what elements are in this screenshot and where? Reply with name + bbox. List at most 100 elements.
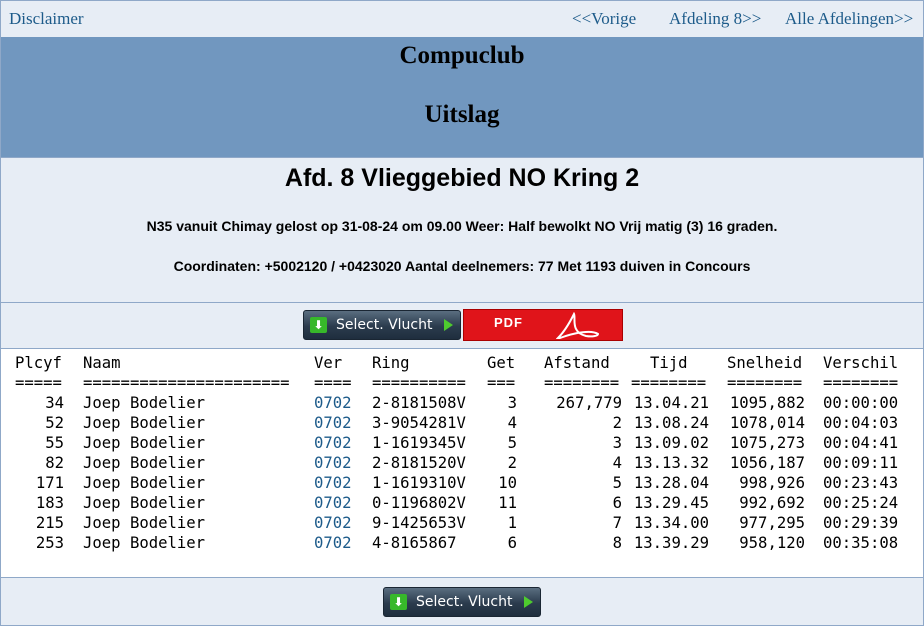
header-verschil: Verschil [823, 354, 899, 372]
header-naam: Naam [83, 354, 121, 372]
cell-snelheid: 1078,014 [729, 414, 805, 432]
cell-ver[interactable]: 0702 [314, 434, 364, 452]
select-flight-label: Select. Vlucht [416, 594, 513, 610]
underline-afstand: ======== [544, 374, 620, 392]
select-flight-button-bottom[interactable]: ⬇ Select. Vlucht [383, 587, 541, 617]
pdf-button[interactable]: PDF [463, 309, 623, 341]
header-tijd: Tijd [650, 354, 688, 372]
download-icon: ⬇ [310, 317, 327, 333]
cell-ver[interactable]: 0702 [314, 534, 364, 552]
cell-afstand: 4 [612, 454, 622, 472]
cell-snelheid: 958,120 [739, 534, 805, 552]
cell-get: 10 [498, 474, 517, 492]
table-row: 183 Joep Bodelier 0702 0-1196802V 11 6 13.29.4… [1, 494, 923, 514]
arrow-right-icon [524, 596, 533, 608]
cell-get: 1 [507, 514, 517, 532]
page-header: Compuclub Uitslag [1, 37, 923, 157]
cell-tijd: 13.28.04 [633, 474, 709, 492]
disclaimer-link[interactable]: Disclaimer [9, 9, 84, 29]
cell-verschil: 00:00:00 [823, 394, 899, 412]
cell-naam: Joep Bodelier [83, 474, 206, 492]
cell-ring: 2-8181520V [372, 454, 466, 472]
divider [1, 302, 923, 303]
cell-tijd: 13.04.21 [633, 394, 709, 412]
next-division-link[interactable]: Afdeling 8>> [669, 9, 761, 29]
results-title: Uitslag [424, 101, 500, 128]
underline-ring: ========== [372, 374, 466, 392]
header-plcyf: Plcyf [15, 354, 62, 372]
cell-naam: Joep Bodelier [83, 454, 206, 472]
header-afstand: Afstand [544, 354, 610, 372]
cell-afstand: 8 [612, 534, 622, 552]
release-info: N35 vanuit Chimay gelost op 31-08-24 om … [146, 218, 778, 234]
cell-snelheid: 1056,187 [729, 454, 805, 472]
table-row: 215 Joep Bodelier 0702 9-1425653V 1 7 13.34.00… [1, 514, 923, 534]
cell-afstand: 6 [612, 494, 622, 512]
table-header-row: Plcyf Naam Ver Ring Get Afstand Tijd Sne… [1, 354, 923, 374]
cell-ring: 1-1619345V [372, 434, 466, 452]
cell-ring: 0-1196802V [372, 494, 466, 512]
cell-plcyf: 253 [35, 534, 64, 552]
previous-link[interactable]: <<Vorige [572, 9, 636, 29]
page-frame: Disclaimer <<Vorige Afdeling 8>> Alle Af… [0, 0, 924, 626]
cell-snelheid: 998,926 [739, 474, 805, 492]
cell-ring: 1-1619310V [372, 474, 466, 492]
underline-verschil: ======== [823, 374, 899, 392]
download-icon: ⬇ [390, 594, 407, 610]
cell-tijd: 13.09.02 [633, 434, 709, 452]
cell-ring: 3-9054281V [372, 414, 466, 432]
underline-tijd: ======== [631, 374, 707, 392]
cell-get: 11 [498, 494, 517, 512]
cell-afstand: 2 [612, 414, 622, 432]
cell-verschil: 00:35:08 [823, 534, 899, 552]
cell-plcyf: 34 [45, 394, 64, 412]
cell-plcyf: 82 [45, 454, 64, 472]
header-ring: Ring [372, 354, 410, 372]
cell-verschil: 00:09:11 [823, 454, 899, 472]
cell-get: 6 [507, 534, 517, 552]
race-title: Afd. 8 Vlieggebied NO Kring 2 [284, 164, 640, 192]
cell-naam: Joep Bodelier [83, 534, 206, 552]
cell-ver[interactable]: 0702 [314, 514, 364, 532]
top-nav: Disclaimer <<Vorige Afdeling 8>> Alle Af… [1, 1, 923, 37]
cell-get: 4 [507, 414, 517, 432]
club-title: Compuclub [399, 42, 525, 69]
header-ver: Ver [314, 354, 343, 372]
cell-verschil: 00:04:03 [823, 414, 899, 432]
cell-naam: Joep Bodelier [83, 434, 206, 452]
cell-naam: Joep Bodelier [83, 414, 206, 432]
cell-naam: Joep Bodelier [83, 394, 206, 412]
select-flight-button[interactable]: ⬇ Select. Vlucht [303, 310, 461, 340]
cell-get: 3 [507, 394, 517, 412]
cell-tijd: 13.39.29 [633, 534, 709, 552]
cell-plcyf: 215 [35, 514, 64, 532]
cell-ver[interactable]: 0702 [314, 394, 364, 412]
cell-naam: Joep Bodelier [83, 514, 206, 532]
cell-plcyf: 171 [35, 474, 64, 492]
arrow-right-icon [444, 319, 453, 331]
cell-snelheid: 992,692 [739, 494, 805, 512]
cell-get: 2 [507, 454, 517, 472]
cell-ring: 2-8181508V [372, 394, 466, 412]
cell-ring: 4-8165867 [372, 534, 457, 552]
header-get: Get [487, 354, 516, 372]
table-row: 55 Joep Bodelier 0702 1-1619345V 5 3 13.09.02 1… [1, 434, 923, 454]
cell-ver[interactable]: 0702 [314, 494, 364, 512]
table-row: 82 Joep Bodelier 0702 2-8181520V 2 4 13.13.32 1… [1, 454, 923, 474]
cell-afstand: 3 [612, 434, 622, 452]
cell-verschil: 00:29:39 [823, 514, 899, 532]
cell-snelheid: 1075,273 [729, 434, 805, 452]
cell-verschil: 00:25:24 [823, 494, 899, 512]
cell-plcyf: 52 [45, 414, 64, 432]
cell-get: 5 [507, 434, 517, 452]
race-info: Afd. 8 Vlieggebied NO Kring 2 N35 vanuit… [1, 158, 923, 302]
cell-ver[interactable]: 0702 [314, 474, 364, 492]
header-snelheid: Snelheid [727, 354, 803, 372]
cell-afstand: 7 [612, 514, 622, 532]
cell-ver[interactable]: 0702 [314, 414, 364, 432]
cell-tijd: 13.08.24 [633, 414, 709, 432]
cell-ver[interactable]: 0702 [314, 454, 364, 472]
cell-snelheid: 1095,882 [729, 394, 805, 412]
all-divisions-link[interactable]: Alle Afdelingen>> [785, 9, 913, 29]
underline-get: === [487, 374, 516, 392]
